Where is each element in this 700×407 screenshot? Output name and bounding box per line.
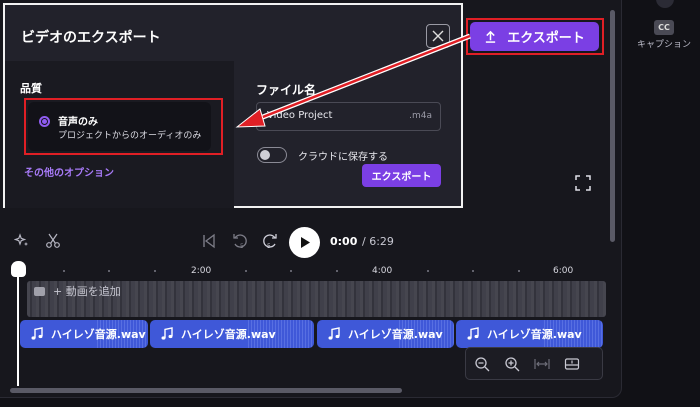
scissors-icon[interactable] bbox=[45, 233, 61, 249]
forward-5-icon[interactable]: 5 bbox=[261, 232, 279, 250]
film-icon bbox=[34, 286, 45, 296]
ruler-label: 6:00 bbox=[553, 266, 574, 276]
total-time: / 6:29 bbox=[362, 235, 394, 248]
filename-input[interactable]: Video Project .m4a bbox=[256, 102, 441, 131]
dialog-export-button[interactable]: エクスポート bbox=[362, 164, 441, 187]
play-button[interactable] bbox=[289, 227, 320, 258]
ruler-label: 2:00 bbox=[191, 266, 212, 276]
skip-back-icon[interactable] bbox=[201, 233, 217, 249]
radio-selected-icon[interactable] bbox=[39, 116, 50, 127]
filename-extension: .m4a bbox=[409, 111, 432, 121]
magic-sparkle-icon[interactable] bbox=[14, 233, 30, 249]
ruler-label: 4:00 bbox=[372, 266, 393, 276]
playhead-line bbox=[17, 272, 19, 386]
ruler-tick bbox=[108, 270, 110, 272]
cloud-save-label: クラウドに保存する bbox=[298, 152, 388, 163]
quality-label: 品質 bbox=[20, 82, 42, 95]
vertical-scrollbar[interactable] bbox=[610, 10, 615, 242]
upload-icon bbox=[486, 30, 496, 43]
captions-label[interactable]: キャプション bbox=[637, 39, 691, 51]
ruler-tick bbox=[63, 270, 65, 272]
audio-clip[interactable]: ハイレゾ音源.wav bbox=[150, 320, 314, 348]
audio-only-option[interactable]: 音声のみ プロジェクトからのオーディオのみ bbox=[28, 102, 211, 151]
zoom-in-icon[interactable] bbox=[504, 356, 520, 372]
playhead-handle[interactable] bbox=[11, 261, 26, 277]
captions-icon[interactable]: CC bbox=[654, 20, 674, 35]
right-panel bbox=[623, 0, 700, 407]
ruler-tick bbox=[472, 270, 474, 272]
ruler-tick bbox=[518, 270, 520, 272]
current-time: 0:00 bbox=[330, 235, 358, 248]
export-button[interactable]: エクスポート bbox=[470, 22, 599, 51]
fullscreen-icon[interactable] bbox=[575, 175, 591, 191]
option-title: 音声のみ bbox=[58, 117, 98, 128]
more-options-link[interactable]: その他のオプション bbox=[24, 164, 114, 179]
close-button[interactable] bbox=[426, 24, 450, 48]
close-icon bbox=[432, 30, 444, 42]
music-note-icon bbox=[31, 327, 43, 340]
zoom-controls bbox=[465, 347, 603, 380]
dialog-title: ビデオのエクスポート bbox=[21, 30, 161, 46]
filename-value: Video Project bbox=[267, 110, 333, 121]
add-video-label: + 動画を追加 bbox=[53, 285, 121, 298]
ruler-tick bbox=[154, 270, 156, 272]
clip-label: ハイレゾ音源.wav bbox=[181, 328, 276, 341]
add-track-icon[interactable] bbox=[564, 356, 580, 372]
play-icon bbox=[300, 237, 310, 248]
audio-clip[interactable]: ハイレゾ音源.wav bbox=[456, 320, 603, 348]
music-note-icon bbox=[467, 327, 479, 340]
filename-label: ファイル名 bbox=[256, 83, 317, 97]
zoom-out-icon[interactable] bbox=[474, 356, 490, 372]
svg-text:5: 5 bbox=[240, 243, 244, 250]
music-note-icon bbox=[328, 327, 340, 340]
clip-label: ハイレゾ音源.wav bbox=[348, 328, 443, 341]
ruler-tick bbox=[290, 270, 292, 272]
add-video-button[interactable]: + 動画を追加 bbox=[34, 283, 121, 299]
svg-text:5: 5 bbox=[267, 243, 271, 250]
rewind-5-icon[interactable]: 5 bbox=[231, 232, 249, 250]
fit-width-icon[interactable] bbox=[534, 356, 550, 372]
audio-clip[interactable]: ハイレゾ音源.wav bbox=[20, 320, 148, 348]
export-button-label: エクスポート bbox=[507, 31, 585, 46]
cloud-save-toggle[interactable] bbox=[257, 147, 287, 163]
ruler-tick bbox=[336, 270, 338, 272]
ruler-tick bbox=[427, 270, 429, 272]
clip-label: ハイレゾ音源.wav bbox=[487, 328, 582, 341]
horizontal-scrollbar[interactable] bbox=[10, 388, 402, 393]
music-note-icon bbox=[161, 327, 173, 340]
audio-clip[interactable]: ハイレゾ音源.wav bbox=[317, 320, 454, 348]
clip-label: ハイレゾ音源.wav bbox=[51, 328, 146, 341]
option-subtitle: プロジェクトからのオーディオのみ bbox=[58, 131, 202, 141]
ruler-tick bbox=[245, 270, 247, 272]
